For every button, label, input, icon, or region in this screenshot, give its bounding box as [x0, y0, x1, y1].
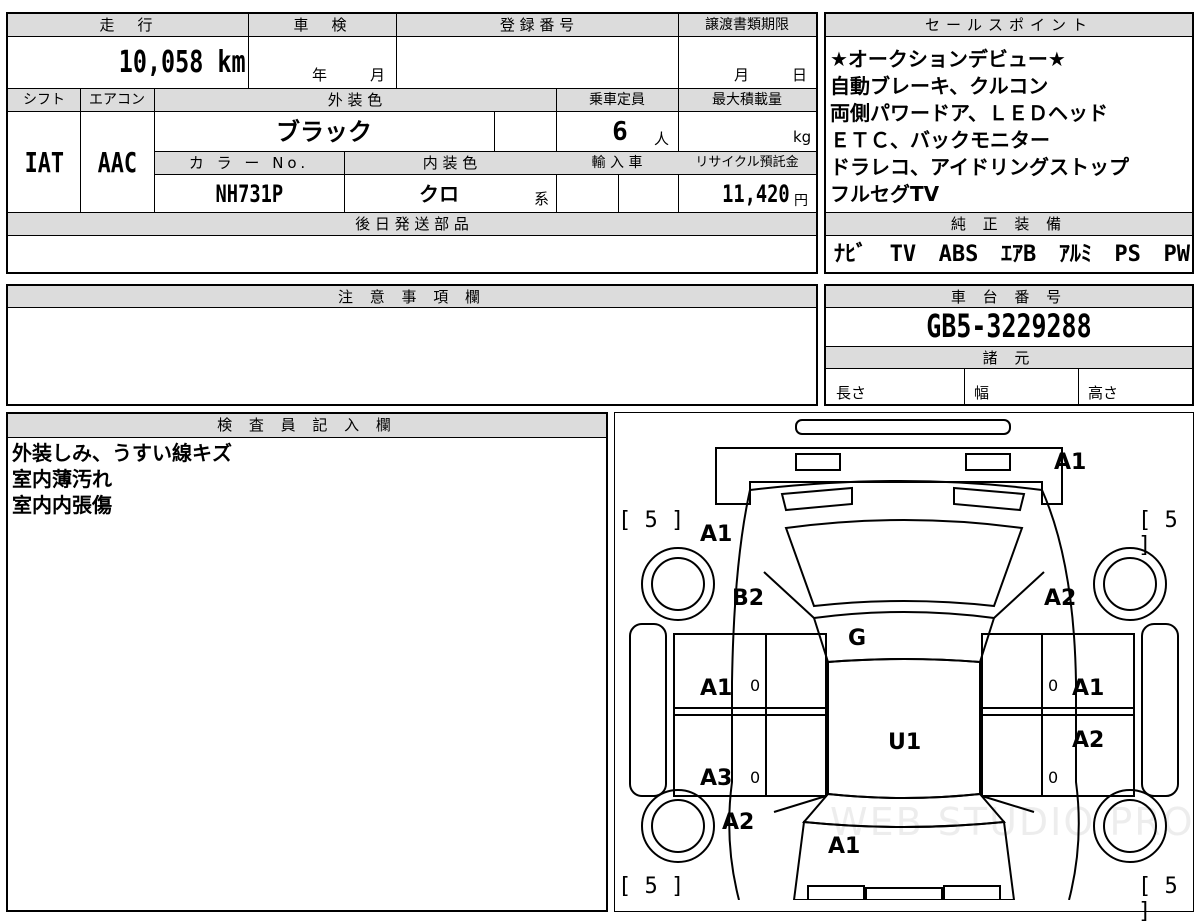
registration-header: 登 録 番 号 [499, 16, 575, 34]
recycle-unit: 円 [794, 193, 808, 209]
mark-fender-right: A2 [1044, 586, 1077, 611]
recycle-deposit-value: 11,420 [722, 180, 790, 208]
sales-line: 自動ブレーキ、クルコン [830, 74, 1049, 98]
mark-roof: U1 [888, 730, 922, 755]
length-label: 長さ [836, 384, 867, 402]
equipment-item-airbag: ｴｱB [1001, 242, 1037, 267]
door-marker: 0 [1048, 676, 1059, 695]
mark-door-rear-right: A2 [1072, 728, 1105, 753]
chassis-number: GB5-3229288 [926, 307, 1092, 345]
shift-value: IAT [24, 146, 64, 179]
equipment-item-abs: ABS [938, 242, 979, 267]
door-marker: 0 [750, 768, 761, 787]
door-marker: 0 [750, 676, 761, 695]
sales-line: ＥＴＣ、バックモニター [830, 128, 1050, 152]
tire-front-left-tread: [ 5 ] [618, 508, 685, 533]
interior-color-value: クロ [419, 182, 459, 206]
equipment-list: ﾅﾋﾞ TV ABS ｴｱB ｱﾙﾐ PS PW [834, 238, 1190, 272]
shaken-year: 年 [312, 66, 328, 84]
inspector-notes: 外装しみ、うすい線キズ 室内薄汚れ 室内内張傷 [12, 440, 232, 518]
watermark: WEB STUDIO PRO [830, 800, 1195, 844]
sales-line: ★オークションデビュー★ [830, 47, 1066, 71]
height-label: 高さ [1088, 384, 1119, 402]
notes-header: 注 意 事 項 欄 [8, 286, 816, 308]
chassis-header: 車 台 番 号 [826, 286, 1192, 308]
ac-value: AAC [97, 146, 137, 179]
capacity-unit: 人 [654, 130, 670, 148]
shaken-header: 車 検 [293, 16, 351, 34]
inspector-line: 外装しみ、うすい線キズ [12, 441, 232, 465]
later-parts-header: 後 日 発 送 部 品 [355, 215, 469, 233]
mileage-header: 走 行 [99, 16, 157, 34]
transfer-day: 日 [792, 66, 808, 84]
exterior-color-value: ブラック [276, 118, 372, 146]
mark-front-bumper: A1 [1054, 450, 1087, 475]
equipment-item-tv: TV [889, 242, 917, 267]
inspector-line: 室内薄汚れ [12, 467, 112, 491]
exterior-color-header: 外 装 色 [327, 91, 383, 109]
capacity-value: 6 [612, 117, 628, 147]
sales-line: ドラレコ、アイドリングストップ [830, 155, 1129, 179]
max-load-header: 最大積載量 [712, 92, 782, 108]
transfer-deadline-header: 譲渡書類期限 [705, 17, 789, 33]
width-label: 幅 [974, 384, 990, 402]
max-load-unit: kg [793, 128, 812, 146]
capacity-header: 乗車定員 [589, 92, 645, 108]
equipment-item-alloy: ｱﾙﾐ [1058, 242, 1092, 267]
equipment-item-pw: PW [1163, 242, 1191, 267]
sales-line: フルセグTV [830, 182, 940, 206]
tire-front-right-tread: [ 5 ] [1138, 508, 1178, 558]
mark-fender-left: A1 [700, 522, 733, 547]
transfer-month: 月 [734, 66, 750, 84]
interior-color-header: 内 装 色 [422, 154, 478, 172]
door-marker: 0 [1048, 768, 1059, 787]
inspector-line: 室内内張傷 [12, 493, 112, 517]
interior-color-suffix: 系 [534, 190, 550, 208]
color-number-value: NH731P [215, 180, 283, 208]
sales-line: 両側パワードア、ＬＥＤヘッド [830, 101, 1108, 125]
mark-door-front-right: A1 [1072, 676, 1105, 701]
shaken-month: 月 [370, 66, 386, 84]
mark-door-front-left: A1 [700, 676, 733, 701]
equipment-item-navi: ﾅﾋﾞ [834, 242, 868, 267]
inspector-header: 検 査 員 記 入 欄 [8, 414, 606, 438]
recycle-deposit-header: リサイクル預託金 [695, 155, 799, 170]
tire-rear-left-tread: [ 5 ] [618, 874, 685, 899]
mark-hood: G [848, 626, 867, 651]
equipment-header: 純 正 装 備 [826, 213, 1192, 236]
sales-point-lines: ★オークションデビュー★ 自動ブレーキ、クルコン 両側パワードア、ＬＥＤヘッド … [830, 46, 1190, 208]
mark-quarter-left: A2 [722, 810, 755, 835]
mark-door-rear-left: A3 [700, 766, 733, 791]
equipment-item-ps: PS [1114, 242, 1141, 267]
mileage-value: 10,058 km [119, 45, 246, 80]
mark-pillar-left: B2 [732, 586, 765, 611]
specs-header: 諸 元 [826, 347, 1192, 369]
tire-rear-right-tread: [ 5 ] [1138, 874, 1178, 924]
shift-header: シフト [23, 92, 65, 108]
color-number-header: カ ラ ー No. [188, 154, 310, 172]
import-header: 輸 入 車 [591, 155, 643, 171]
ac-header: エアコン [89, 92, 145, 108]
sales-point-header: セールスポイント [826, 14, 1192, 37]
